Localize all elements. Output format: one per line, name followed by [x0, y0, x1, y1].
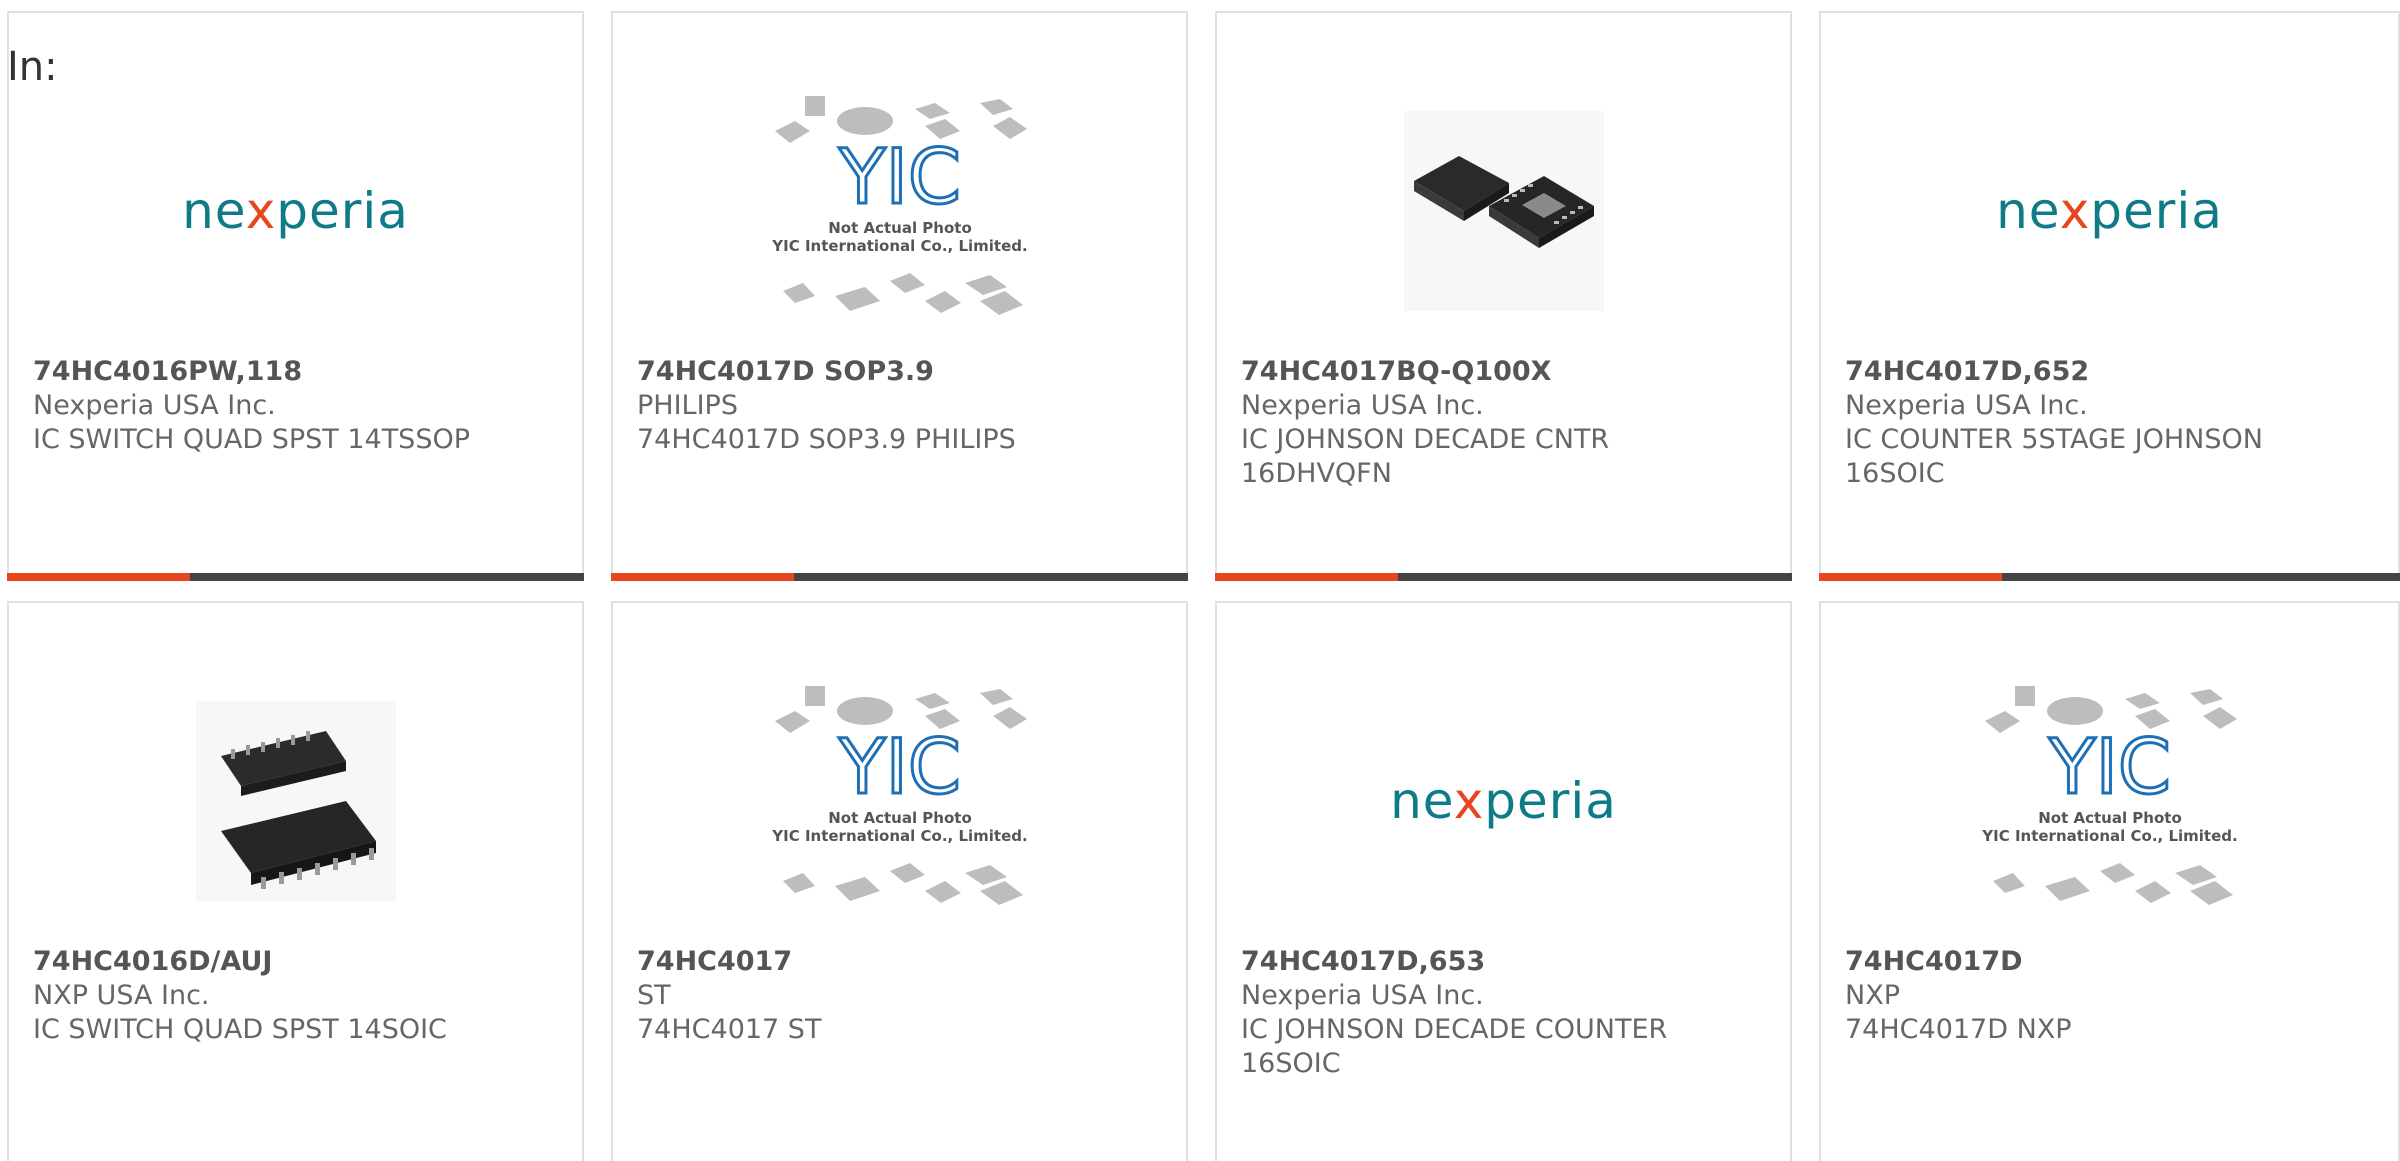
- description: 74HC4017 ST: [637, 1014, 822, 1045]
- product-image[interactable]: [9, 688, 582, 913]
- manufacturer: ST: [637, 980, 671, 1011]
- manufacturer: Nexperia USA Inc.: [1241, 980, 1484, 1011]
- card-bottom-bar: [1215, 573, 1792, 581]
- accent-bar: [611, 573, 794, 581]
- part-number-link[interactable]: 74HC4017BQ-Q100X: [1241, 355, 1552, 389]
- yic-placeholder-image: YIC Not Actual Photo YIC International C…: [1981, 685, 2237, 905]
- svg-text:Not Actual Photo: Not Actual Photo: [828, 809, 972, 827]
- card-bottom-bar: [1819, 573, 2400, 581]
- description: 74HC4017D NXP: [1845, 1014, 2072, 1045]
- card-bottom-bar: [7, 573, 584, 581]
- product-grid-page: In: nexperia 74HC4016PW,118 Nexperia USA…: [0, 0, 2400, 1161]
- part-number-link[interactable]: 74HC4017D: [1845, 945, 2023, 979]
- filter-label: In:: [7, 44, 58, 90]
- product-card[interactable]: nexperia 74HC4017D,653 Nexperia USA Inc.…: [1215, 601, 1792, 1161]
- qfn-chip-photo: [1403, 110, 1604, 311]
- svg-text:YIC: YIC: [838, 722, 961, 811]
- product-image[interactable]: nexperia: [9, 98, 582, 323]
- card-bottom-bar: [611, 573, 1188, 581]
- accent-bar: [7, 573, 190, 581]
- product-image[interactable]: YIC Not Actual Photo YIC International C…: [613, 95, 1186, 323]
- description: IC JOHNSON DECADE CNTR 16DHVQFN: [1241, 424, 1610, 489]
- description: 74HC4017D SOP3.9 PHILIPS: [637, 424, 1016, 455]
- nexperia-logo: nexperia: [182, 181, 409, 240]
- part-number-link[interactable]: 74HC4017: [637, 945, 792, 979]
- product-image[interactable]: nexperia: [1821, 98, 2398, 323]
- description: IC COUNTER 5STAGE JOHNSON 16SOIC: [1845, 424, 2263, 489]
- product-image[interactable]: nexperia: [1217, 688, 1790, 913]
- description: IC SWITCH QUAD SPST 14SOIC: [33, 1014, 447, 1045]
- yic-placeholder-image: YIC Not Actual Photo YIC International C…: [771, 95, 1027, 315]
- yic-placeholder-image: YIC Not Actual Photo YIC International C…: [771, 685, 1027, 905]
- manufacturer: Nexperia USA Inc.: [1845, 390, 2088, 421]
- part-number-link[interactable]: 74HC4016D/AUJ: [33, 945, 272, 979]
- nexperia-logo: nexperia: [1996, 181, 2223, 240]
- manufacturer: Nexperia USA Inc.: [1241, 390, 1484, 421]
- part-number-link[interactable]: 74HC4017D,653: [1241, 945, 1485, 979]
- manufacturer: PHILIPS: [637, 390, 738, 421]
- svg-text:YIC International Co., Limited: YIC International Co., Limited.: [771, 827, 1027, 845]
- product-image[interactable]: [1217, 98, 1790, 323]
- part-number-link[interactable]: 74HC4017D SOP3.9: [637, 355, 934, 389]
- accent-bar: [1819, 573, 2002, 581]
- product-card[interactable]: YIC Not Actual Photo YIC International C…: [611, 11, 1188, 581]
- part-number-link[interactable]: 74HC4017D,652: [1845, 355, 2089, 389]
- description: IC JOHNSON DECADE COUNTER 16SOIC: [1241, 1014, 1668, 1079]
- description: IC SWITCH QUAD SPST 14TSSOP: [33, 424, 470, 455]
- svg-text:YIC International Co., Limited: YIC International Co., Limited.: [1981, 827, 2237, 845]
- svg-text:YIC: YIC: [2048, 722, 2171, 811]
- nexperia-logo: nexperia: [1390, 771, 1617, 830]
- part-number-link[interactable]: 74HC4016PW,118: [33, 355, 302, 389]
- product-card[interactable]: YIC Not Actual Photo YIC International C…: [1819, 601, 2400, 1161]
- manufacturer: NXP USA Inc.: [33, 980, 210, 1011]
- product-card[interactable]: nexperia 74HC4017D,652 Nexperia USA Inc.…: [1819, 11, 2400, 581]
- product-image[interactable]: YIC Not Actual Photo YIC International C…: [613, 685, 1186, 913]
- svg-text:Not Actual Photo: Not Actual Photo: [828, 219, 972, 237]
- product-image[interactable]: YIC Not Actual Photo YIC International C…: [1821, 685, 2398, 913]
- manufacturer: Nexperia USA Inc.: [33, 390, 276, 421]
- manufacturer: NXP: [1845, 980, 1900, 1011]
- product-card[interactable]: YIC Not Actual Photo YIC International C…: [611, 601, 1188, 1161]
- accent-bar: [1215, 573, 1398, 581]
- svg-text:Not Actual Photo: Not Actual Photo: [2038, 809, 2182, 827]
- soic-chip-photo: [195, 700, 396, 901]
- svg-text:YIC International Co., Limited: YIC International Co., Limited.: [771, 237, 1027, 255]
- svg-text:YIC: YIC: [838, 132, 961, 221]
- product-card[interactable]: 74HC4017BQ-Q100X Nexperia USA Inc. IC JO…: [1215, 11, 1792, 581]
- product-card[interactable]: 74HC4016D/AUJ NXP USA Inc. IC SWITCH QUA…: [7, 601, 584, 1161]
- product-card[interactable]: nexperia 74HC4016PW,118 Nexperia USA Inc…: [7, 11, 584, 581]
